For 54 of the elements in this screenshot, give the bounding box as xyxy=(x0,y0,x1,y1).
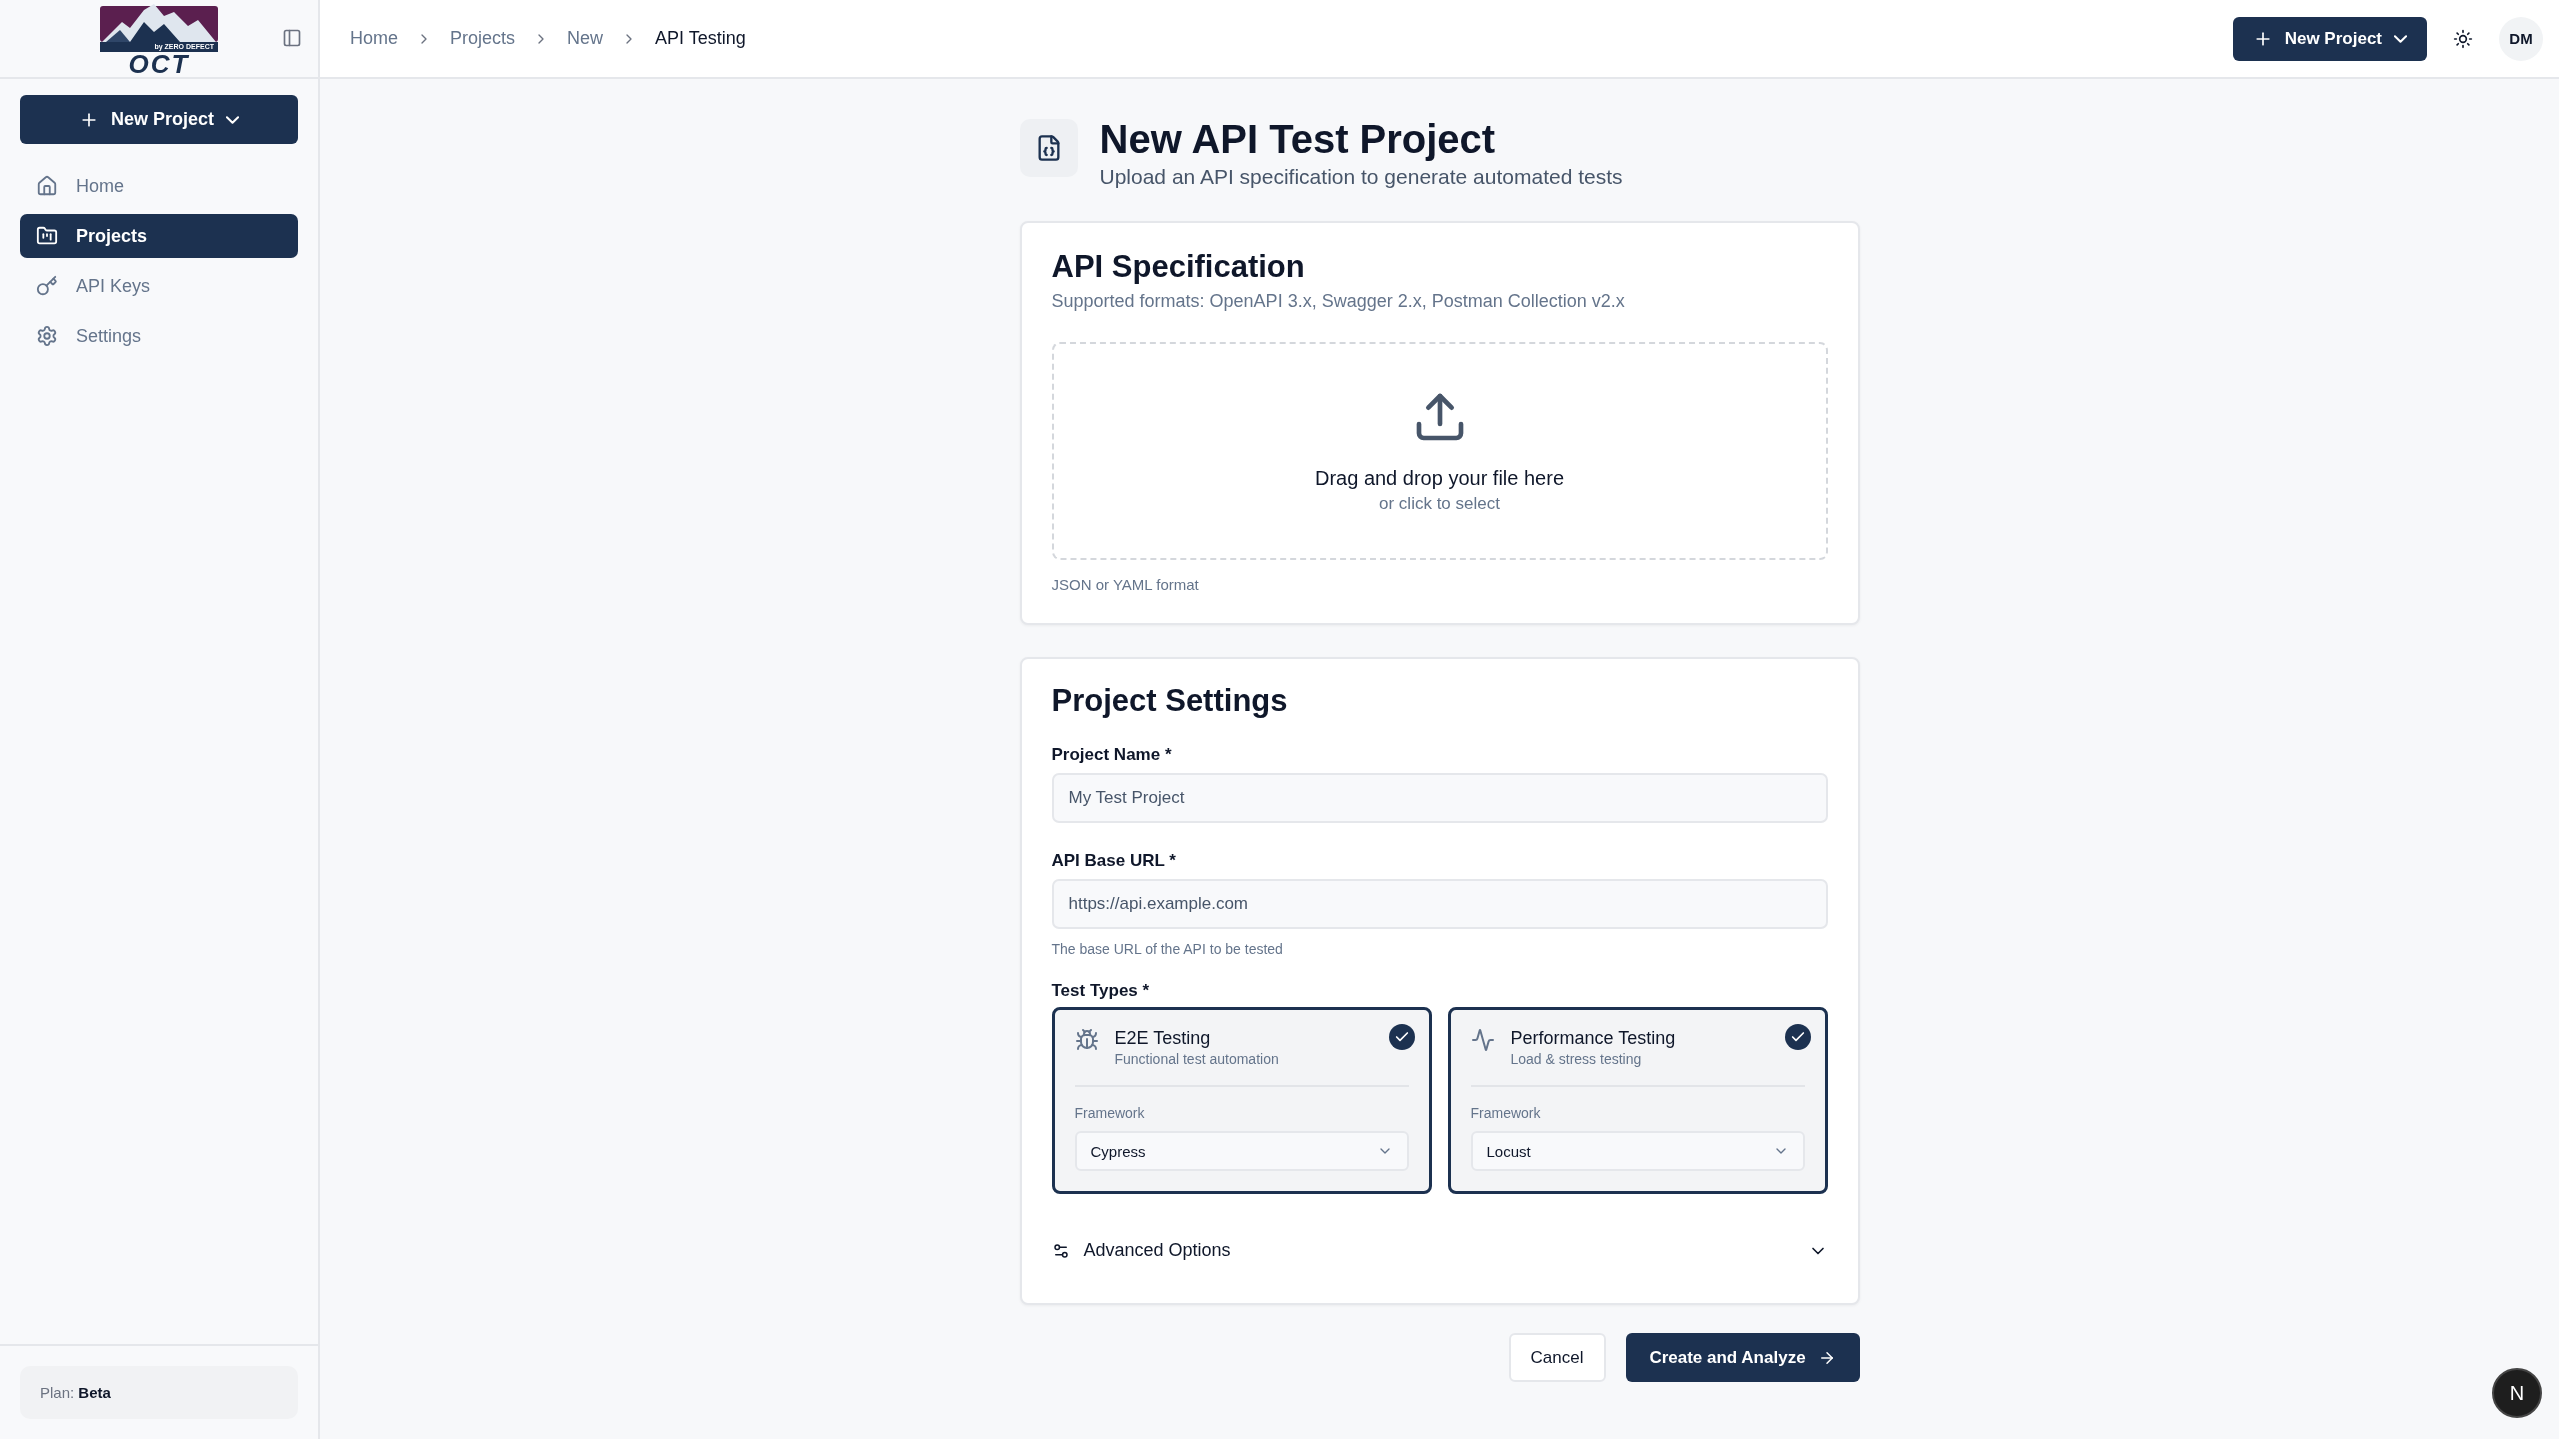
test-type-description: Load & stress testing xyxy=(1510,1051,1643,1067)
new-project-button[interactable]: New Project xyxy=(2232,16,2427,61)
field-label: Framework xyxy=(1470,1105,1542,1121)
page-subtitle: Upload an API specification to generate automated tests xyxy=(1099,165,1623,189)
file-code-icon xyxy=(1019,119,1078,177)
folder-icon xyxy=(36,225,58,247)
gear-icon xyxy=(36,325,58,347)
chevron-down-icon xyxy=(2394,34,2407,43)
chevron-down-icon xyxy=(226,115,239,124)
sun-icon xyxy=(2453,28,2473,49)
framework-select[interactable]: Cypress xyxy=(1074,1131,1409,1171)
test-type-title: Performance Testing xyxy=(1510,1028,1676,1049)
nav-item[interactable]: Settings xyxy=(20,314,298,358)
cancel-button[interactable]: Cancel xyxy=(1508,1333,1606,1382)
check-icon xyxy=(1784,1024,1811,1050)
sliders-icon xyxy=(1051,1241,1070,1260)
house-icon xyxy=(36,175,58,197)
section-title: Project Settings xyxy=(1051,683,1289,719)
logo-wordmark: OCT xyxy=(128,51,190,76)
test-type-title: E2E Testing xyxy=(1114,1028,1212,1049)
text-field[interactable]: https://api.example.com xyxy=(1051,879,1828,929)
field-label: Test Types * xyxy=(1051,981,1151,1001)
new-project-button[interactable]: New Project xyxy=(20,95,298,144)
check-icon xyxy=(1388,1024,1415,1050)
field-label: API Base URL * xyxy=(1051,851,1177,871)
section-title: API Specification xyxy=(1051,249,1306,285)
pulse-icon xyxy=(1470,1028,1495,1052)
bug-icon xyxy=(1074,1028,1099,1052)
field-help: The base URL of the API to be tested xyxy=(1051,941,1284,957)
format-note: JSON or YAML format xyxy=(1051,576,1200,593)
test-type-card[interactable]: E2E Testing Functional test automation Framework Cypress xyxy=(1051,1007,1432,1194)
breadcrumb-link[interactable]: Projects xyxy=(450,28,516,49)
test-type-card[interactable]: Performance Testing Load & stress testing Framework Locust xyxy=(1447,1007,1828,1194)
nav-item[interactable]: API Keys xyxy=(20,264,298,308)
nav-item[interactable]: Projects xyxy=(20,214,298,258)
advanced-options-toggle[interactable]: Advanced Options xyxy=(1051,1234,1828,1267)
file-dropzone[interactable]: Drag and drop your file here or click to select xyxy=(1051,342,1828,560)
create-and-analyze-button[interactable]: Create and Analyze xyxy=(1625,1333,1860,1382)
breadcrumb-link[interactable]: API Testing xyxy=(655,28,746,49)
user-avatar[interactable]: DM xyxy=(2499,16,2543,61)
test-type-description: Functional test automation xyxy=(1114,1051,1279,1067)
supported-formats: Supported formats: OpenAPI 3.x, Swagger 2.x, Postman Collection v2.x xyxy=(1051,291,1626,312)
sidebar-panel-icon xyxy=(282,28,302,48)
breadcrumb-link[interactable]: New xyxy=(567,28,604,49)
framework-select[interactable]: Locust xyxy=(1470,1131,1805,1171)
breadcrumb-link[interactable]: Home xyxy=(350,28,398,49)
key-icon xyxy=(36,275,58,297)
page-title: New API Test Project xyxy=(1099,116,1497,163)
plan-info: Plan: Beta xyxy=(20,1366,298,1419)
dev-tools-badge[interactable]: N xyxy=(2492,1368,2542,1418)
text-field[interactable]: My Test Project xyxy=(1051,773,1828,823)
field-label: Framework xyxy=(1074,1105,1146,1121)
field-label: Project Name * xyxy=(1051,745,1173,765)
nav-item[interactable]: Home xyxy=(20,164,298,208)
